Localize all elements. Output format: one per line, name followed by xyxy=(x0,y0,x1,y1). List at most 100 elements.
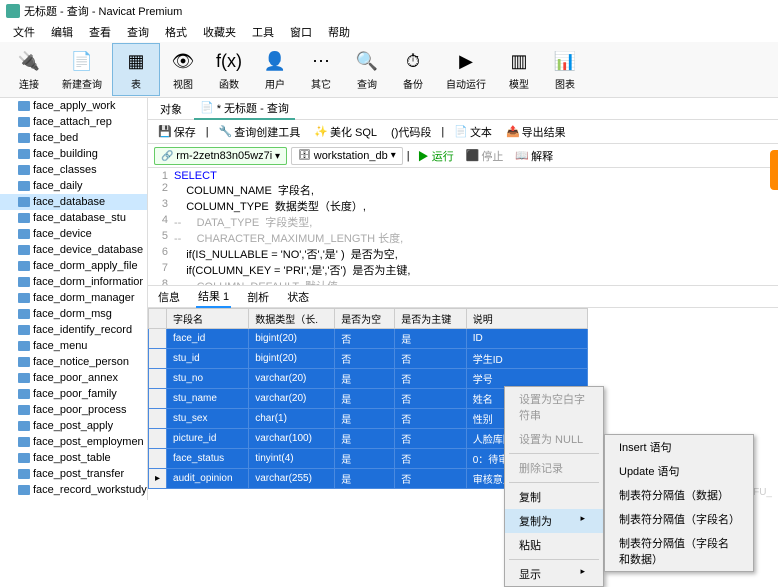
tab-objects[interactable]: 对象 xyxy=(154,99,188,119)
menu-帮助[interactable]: 帮助 xyxy=(321,22,357,42)
table-face_dorm_manager[interactable]: face_dorm_manager xyxy=(0,290,147,306)
自动运行-icon: ▶ xyxy=(453,48,479,74)
table-face_post_employmen[interactable]: face_post_employmen xyxy=(0,434,147,450)
table-row[interactable]: face_idbigint(20)否是ID xyxy=(149,329,588,349)
col-header[interactable]: 字段名 xyxy=(167,309,249,329)
table-face_post_transfer[interactable]: face_post_transfer xyxy=(0,466,147,482)
table-face_device_database[interactable]: face_device_database xyxy=(0,242,147,258)
table-face_database[interactable]: face_database xyxy=(0,194,147,210)
table-face_record_workstudy[interactable]: face_record_workstudy xyxy=(0,482,147,498)
code-snippet-button[interactable]: ()代码段 xyxy=(387,122,435,142)
ctx-显示[interactable]: 显示 xyxy=(505,562,603,586)
col-header[interactable]: 数据类型（长. xyxy=(249,309,335,329)
table-icon xyxy=(18,325,30,335)
menu-窗口[interactable]: 窗口 xyxy=(283,22,319,42)
table-icon xyxy=(18,277,30,287)
save-button[interactable]: 💾 保存 xyxy=(154,122,200,142)
connection-select[interactable]: 🔗 rm-2zetn83n05wz7i ▾ xyxy=(154,147,287,165)
toolbar-新建查询[interactable]: 📄新建查询 xyxy=(52,44,112,95)
text-button[interactable]: 📄 文本 xyxy=(450,122,496,142)
table-icon xyxy=(18,229,30,239)
explain-button[interactable]: 📖 解释 xyxy=(511,146,557,166)
col-header[interactable]: 是否为空 xyxy=(335,309,395,329)
table-face_dorm_msg[interactable]: face_dorm_msg xyxy=(0,306,147,322)
table-icon xyxy=(18,101,30,111)
toolbar-视图[interactable]: 👁视图 xyxy=(160,44,206,95)
result-tab-状态[interactable]: 状态 xyxy=(285,287,311,307)
toolbar-查询[interactable]: 🔍查询 xyxy=(344,44,390,95)
table-face_device[interactable]: face_device xyxy=(0,226,147,242)
result-tab-信息[interactable]: 信息 xyxy=(156,287,182,307)
context-menu[interactable]: 设置为空白字符串设置为 NULL删除记录复制复制为粘贴显示 xyxy=(504,386,604,587)
table-face_poor_process[interactable]: face_poor_process xyxy=(0,402,147,418)
menu-收藏夹[interactable]: 收藏夹 xyxy=(196,22,243,42)
context-submenu[interactable]: Insert 语句Update 语句制表符分隔值（数据）制表符分隔值（字段名）制… xyxy=(604,434,754,572)
result-tab-剖析[interactable]: 剖析 xyxy=(245,287,271,307)
table-face_apply_work[interactable]: face_apply_work xyxy=(0,98,147,114)
toolbar-用户[interactable]: 👤用户 xyxy=(252,44,298,95)
sql-editor[interactable]: 1SELECT2 COLUMN_NAME 字段名,3 COLUMN_TYPE 数… xyxy=(148,168,778,286)
col-header[interactable]: 说明 xyxy=(466,309,587,329)
menu-查询[interactable]: 查询 xyxy=(120,22,156,42)
query-builder-button[interactable]: 🔧 查询创建工具 xyxy=(215,122,305,142)
table-icon xyxy=(18,149,30,159)
tab-query[interactable]: 📄 * 无标题 - 查询 xyxy=(194,98,295,120)
table-face_bed[interactable]: face_bed xyxy=(0,130,147,146)
database-select[interactable]: 🗄 workstation_db ▾ xyxy=(291,147,403,165)
table-icon xyxy=(18,405,30,415)
toolbar-模型[interactable]: ▥模型 xyxy=(496,44,542,95)
ctx-Update 语句[interactable]: Update 语句 xyxy=(605,459,753,483)
table-face_poor_annex[interactable]: face_poor_annex xyxy=(0,370,147,386)
ctx-制表符分隔值（字段名和数据）[interactable]: 制表符分隔值（字段名和数据） xyxy=(605,531,753,571)
menu-编辑[interactable]: 编辑 xyxy=(44,22,80,42)
table-face_daily[interactable]: face_daily xyxy=(0,178,147,194)
toolbar-其它[interactable]: ⋯其它 xyxy=(298,44,344,95)
table-icon xyxy=(18,197,30,207)
titlebar: 无标题 - 查询 - Navicat Premium xyxy=(0,0,778,22)
toolbar-备份[interactable]: ⏱备份 xyxy=(390,44,436,95)
toolbar-图表[interactable]: 📊图表 xyxy=(542,44,588,95)
ctx-复制为[interactable]: 复制为 xyxy=(505,509,603,533)
toolbar-连接[interactable]: 🔌连接 xyxy=(6,44,52,95)
beautify-button[interactable]: ✨ 美化 SQL xyxy=(310,122,381,142)
col-header[interactable]: 是否为主键 xyxy=(395,309,466,329)
run-button[interactable]: ▶ 运行 xyxy=(414,146,458,166)
table-face_dorm_informatior[interactable]: face_dorm_informatior xyxy=(0,274,147,290)
table-face_dorm_apply_file[interactable]: face_dorm_apply_file xyxy=(0,258,147,274)
sidebar[interactable]: face_apply_workface_attach_repface_bedfa… xyxy=(0,98,148,500)
table-face_menu[interactable]: face_menu xyxy=(0,338,147,354)
table-face_database_stu[interactable]: face_database_stu xyxy=(0,210,147,226)
table-face_classes[interactable]: face_classes xyxy=(0,162,147,178)
tabbar: 对象 📄 * 无标题 - 查询 xyxy=(148,98,778,120)
menubar: 文件编辑查看查询格式收藏夹工具窗口帮助 xyxy=(0,22,778,42)
ctx-制表符分隔值（字段名）[interactable]: 制表符分隔值（字段名） xyxy=(605,507,753,531)
export-button[interactable]: 📤 导出结果 xyxy=(502,122,570,142)
table-face_identify_record[interactable]: face_identify_record xyxy=(0,322,147,338)
ctx-粘贴[interactable]: 粘贴 xyxy=(505,533,603,557)
table-icon xyxy=(18,437,30,447)
模型-icon: ▥ xyxy=(506,48,532,74)
menu-工具[interactable]: 工具 xyxy=(245,22,281,42)
table-face_building[interactable]: face_building xyxy=(0,146,147,162)
table-face_poor_family[interactable]: face_poor_family xyxy=(0,386,147,402)
table-face_post_table[interactable]: face_post_table xyxy=(0,450,147,466)
table-icon xyxy=(18,485,30,495)
table-icon xyxy=(18,469,30,479)
ctx-删除记录: 删除记录 xyxy=(505,456,603,480)
result-tab-结果 1[interactable]: 结果 1 xyxy=(196,286,231,308)
ctx-Insert 语句[interactable]: Insert 语句 xyxy=(605,435,753,459)
menu-查看[interactable]: 查看 xyxy=(82,22,118,42)
table-face_attach_rep[interactable]: face_attach_rep xyxy=(0,114,147,130)
table-row[interactable]: stu_idbigint(20)否否学生ID xyxy=(149,349,588,369)
menu-格式[interactable]: 格式 xyxy=(158,22,194,42)
toolbar-自动运行[interactable]: ▶自动运行 xyxy=(436,44,496,95)
table-face_post_apply[interactable]: face_post_apply xyxy=(0,418,147,434)
menu-文件[interactable]: 文件 xyxy=(6,22,42,42)
ctx-制表符分隔值（数据）[interactable]: 制表符分隔值（数据） xyxy=(605,483,753,507)
toolbar: 🔌连接📄新建查询▦表👁视图f(x)函数👤用户⋯其它🔍查询⏱备份▶自动运行▥模型📊… xyxy=(0,42,778,98)
table-face_notice_person[interactable]: face_notice_person xyxy=(0,354,147,370)
ctx-复制[interactable]: 复制 xyxy=(505,485,603,509)
toolbar-表[interactable]: ▦表 xyxy=(112,43,160,96)
table-icon xyxy=(18,117,30,127)
toolbar-函数[interactable]: f(x)函数 xyxy=(206,44,252,95)
